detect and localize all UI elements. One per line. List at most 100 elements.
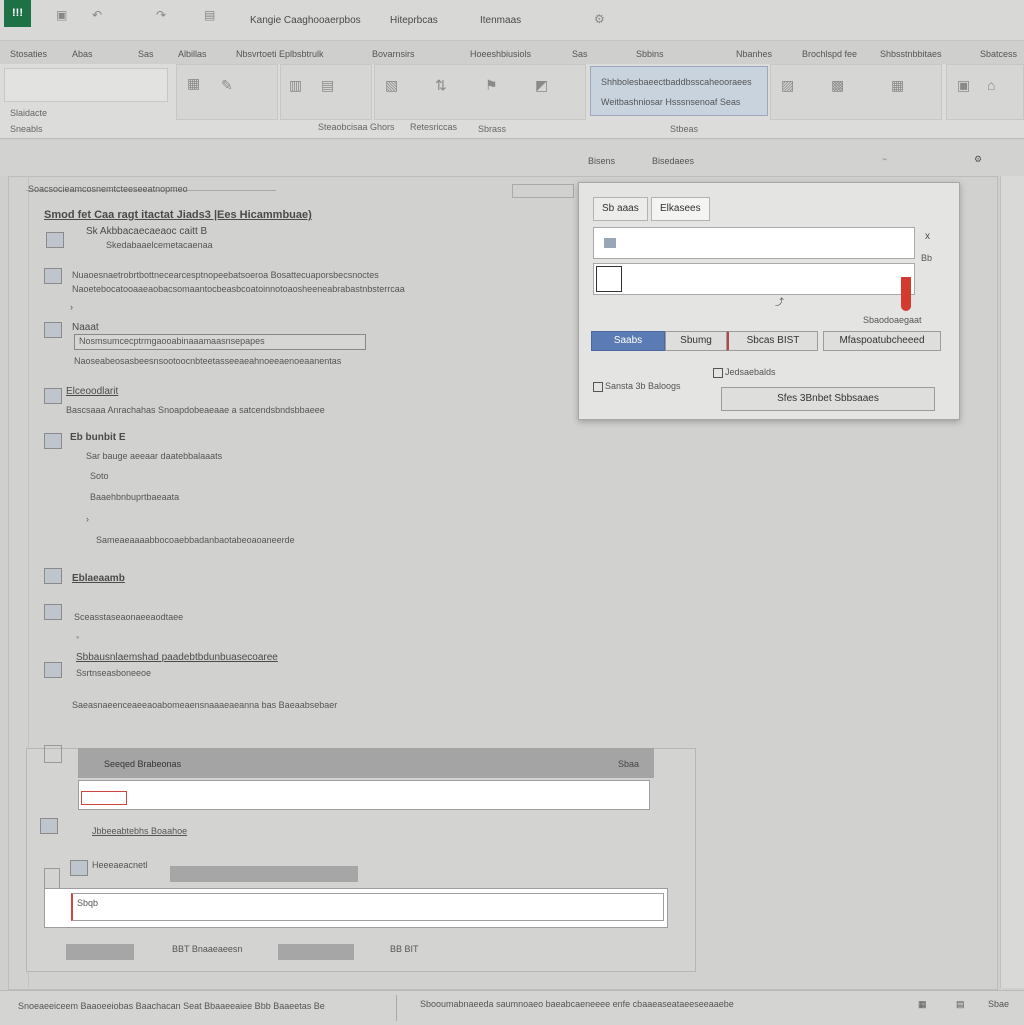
ribbon-name-box[interactable] [4, 68, 168, 102]
view-icon[interactable]: ▨ [781, 77, 794, 94]
chevron-right-icon[interactable]: › [70, 302, 73, 312]
tab-6[interactable]: Hoeeshbiusiols [470, 49, 531, 59]
check-label-2: Sansta 3b Baloogs [605, 381, 681, 391]
lower-toggle[interactable] [44, 745, 62, 763]
status-end: Sbae [988, 999, 1010, 1009]
doc-icon-10 [70, 860, 88, 876]
tab-2[interactable]: Sas [138, 49, 154, 59]
doc-icon-6 [44, 568, 62, 584]
tab-12[interactable]: Sbatcess [980, 49, 1017, 59]
status-left: Snoeaeeiceem Baaoeeiobas Baachacan Seat … [18, 1001, 325, 1011]
filter-icon[interactable]: ⚑ [485, 77, 498, 94]
undo-icon[interactable]: ↶ [92, 8, 106, 22]
view-normal-icon[interactable]: ▦ [918, 999, 927, 1010]
home-icon[interactable]: ⌂ [987, 77, 995, 93]
line-7: Ssrtnseasboneeoe [76, 668, 152, 678]
status-bar: Snoeaeeiceem Baaoeeiobas Baachacan Seat … [0, 990, 1024, 1025]
tab-7[interactable]: Sas [572, 49, 588, 59]
tab-8[interactable]: Sbbins [636, 49, 664, 59]
dialog-wide-button[interactable]: Sfes 3Bnbet Sbbsaaes [721, 387, 935, 411]
para-2: Naoetebocatooaaeaobacsomaantocbeasbcoato… [72, 284, 405, 294]
shape-icon[interactable]: ◩ [535, 77, 548, 94]
settings-icon[interactable]: ⚙ [974, 154, 982, 165]
subbar-item-1: Bisens [588, 156, 616, 166]
title-item-b: Itenmaas [480, 15, 522, 26]
checkbox-2[interactable] [593, 382, 603, 392]
bullet-icon: › [86, 514, 89, 524]
dialog-search-field[interactable] [593, 227, 915, 259]
insert-icon[interactable]: ▧ [385, 77, 398, 94]
window-icon[interactable]: ▣ [957, 77, 970, 94]
label-2: Eblaeaamb [72, 573, 125, 584]
dialog-tab-2-label: Elkasees [660, 203, 701, 214]
title-bar: !!! ▣ ↶ ↷ ▤ Kangie Caaghooaerpbos Hitepr… [0, 0, 1024, 41]
search-field-icon [604, 238, 616, 248]
grid-icon[interactable]: ▦ [891, 77, 904, 94]
layout-icon[interactable]: ▩ [831, 77, 844, 94]
lower-input-2-inner[interactable]: Sbqb [71, 893, 664, 921]
ribbon-highlight-group[interactable]: Shhbolesbaeectbaddbsscaheooraees Weitbas… [590, 66, 768, 116]
status-right: Sbooumabnaeeda saumnoaeo baeabcaeneeee e… [420, 999, 734, 1009]
doc-icon-3 [44, 322, 62, 338]
ribbon-mid-label-2: Retesriccas [410, 122, 458, 132]
dialog-replace-field[interactable] [593, 263, 915, 295]
pin-icon[interactable]: ⌁ [882, 154, 887, 165]
save-icon[interactable]: ▣ [56, 8, 70, 22]
tab-0[interactable]: Stosaties [10, 49, 47, 59]
lower-button-left[interactable] [66, 944, 134, 960]
customize-icon[interactable]: ▤ [204, 8, 218, 22]
lower-input-2[interactable]: Sbqb [44, 888, 668, 928]
highlight-top: Shhbolesbaeectbaddbsscaheooraees [601, 77, 752, 87]
redo-icon[interactable]: ↷ [156, 8, 170, 22]
dialog-button-3[interactable]: Sbcas BIST [727, 331, 818, 351]
dialog-close-icon[interactable]: x [925, 231, 930, 242]
dialog-tab-1[interactable]: Sb aaas [593, 197, 648, 221]
ribbon-group-2: ▥ ▤ [280, 64, 372, 120]
doc-icon-5 [44, 433, 62, 449]
dialog-tab-2[interactable]: Elkasees [651, 197, 710, 221]
app-icon[interactable]: !!! [4, 0, 31, 27]
tab-3[interactable]: Albillas [178, 49, 207, 59]
block-line: Bascsaaa Anrachahas Snoapdobeaeaae a sat… [66, 405, 325, 415]
gear-icon[interactable]: ⚙ [594, 12, 608, 26]
window-title: Kangie Caaghooaerpbos [250, 15, 361, 26]
view-page-icon[interactable]: ▤ [956, 999, 965, 1010]
lower-input-value: Sbqb [77, 898, 99, 908]
status-divider [396, 995, 397, 1021]
format-icon[interactable]: ✎ [221, 77, 233, 94]
tab-1[interactable]: Abas [72, 49, 93, 59]
lower-input-1[interactable] [78, 780, 650, 810]
section-line-3: Baaehbnbuprtbaeaata [90, 492, 180, 502]
tab-9[interactable]: Nbanhes [736, 49, 772, 59]
paste-icon[interactable]: ▦ [187, 75, 200, 92]
dialog-primary-button[interactable]: Saabs [591, 331, 665, 351]
sort-icon[interactable]: ⇅ [435, 77, 447, 94]
lower-header: Seeqed Brabeonas Sbaa [78, 748, 654, 778]
canvas-sub-line: Skedabaaelcemetacaenaa [106, 240, 213, 250]
dialog-button-2[interactable]: Sbumg [665, 331, 727, 351]
tab-10[interactable]: Brochlspd fee [802, 49, 857, 59]
lower-header-right: Sbaa [618, 759, 640, 769]
tab-4[interactable]: Nbsvrtoeti Eplbsbtrulk [236, 49, 324, 59]
lower-button-mid[interactable]: BBT Bnaaeaeesn [172, 944, 242, 954]
table-icon[interactable]: ▤ [321, 77, 334, 94]
para-1: Nuaoesnaetrobrtbottnecearcesptnopeebatso… [72, 270, 379, 280]
cursor-pointer-icon [901, 277, 911, 311]
tab-11[interactable]: Shbsstnbbitaes [880, 49, 942, 59]
tab-5[interactable]: Bovarnsirs [372, 49, 415, 59]
checkbox-1[interactable] [713, 368, 723, 378]
header-box[interactable] [512, 184, 574, 198]
doc-icon-2 [44, 268, 62, 284]
right-scrollbar[interactable] [1000, 176, 1024, 988]
drag-icon: ⤴ [775, 297, 785, 307]
lower-button-right[interactable] [278, 944, 354, 960]
field-box-1[interactable]: Nosmsumcecptrmgaooabinaaamaasnsepapes [74, 334, 366, 350]
replace-field-caret [596, 266, 622, 292]
canvas-header-line: Soacsocieamcosnemtcteeseeatnopmeo [28, 184, 188, 194]
highlight-text: Weitbashniosar Hsssnsenoaf Seas [601, 97, 741, 107]
chart-icon[interactable]: ▥ [289, 77, 302, 94]
dialog-link[interactable]: Sbaodoaegaat [863, 315, 922, 325]
dialog-button-4[interactable]: Mfaspoatubcheeed [823, 331, 941, 351]
dialog-tab-1-label: Sb aaas [602, 203, 639, 214]
lower-button-end[interactable]: BB BIT [390, 944, 419, 954]
